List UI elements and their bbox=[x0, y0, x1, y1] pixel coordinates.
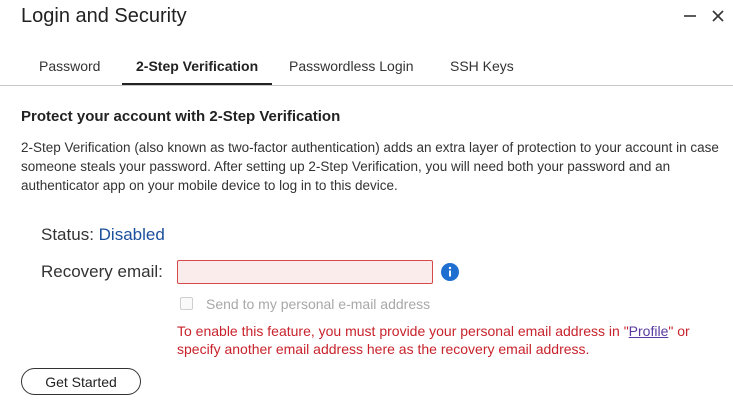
get-started-button[interactable]: Get Started bbox=[21, 368, 141, 395]
section-heading: Protect your account with 2-Step Verific… bbox=[21, 108, 341, 125]
recovery-email-label: Recovery email: bbox=[41, 262, 163, 281]
minimize-button[interactable] bbox=[680, 5, 700, 27]
tab-password[interactable]: Password bbox=[39, 49, 100, 83]
section-description: 2-Step Verification (also known as two-f… bbox=[21, 140, 719, 193]
minus-icon bbox=[684, 15, 696, 17]
tab-2-step-verification[interactable]: 2-Step Verification bbox=[122, 49, 273, 85]
close-button[interactable] bbox=[708, 5, 728, 27]
dialog-title: Login and Security bbox=[21, 5, 187, 27]
tab-ssh-keys[interactable]: SSH Keys bbox=[450, 49, 514, 83]
personal-email-checkbox-label: Send to my personal e-mail address bbox=[206, 296, 431, 312]
error-text-start: To enable this feature, you must provide… bbox=[177, 323, 629, 339]
error-message: To enable this feature, you must provide… bbox=[177, 322, 717, 358]
status-row: Status: Disabled bbox=[41, 225, 165, 245]
tab-passwordless-login[interactable]: Passwordless Login bbox=[289, 49, 414, 83]
tab-bar: Password 2-Step Verification Passwordles… bbox=[0, 49, 733, 86]
personal-email-checkbox[interactable] bbox=[180, 297, 193, 310]
status-label: Status: bbox=[41, 225, 94, 244]
close-icon bbox=[712, 10, 724, 22]
info-icon[interactable] bbox=[441, 263, 459, 281]
recovery-email-input[interactable] bbox=[177, 260, 433, 284]
status-value: Disabled bbox=[98, 225, 165, 244]
profile-link[interactable]: Profile bbox=[629, 323, 669, 339]
